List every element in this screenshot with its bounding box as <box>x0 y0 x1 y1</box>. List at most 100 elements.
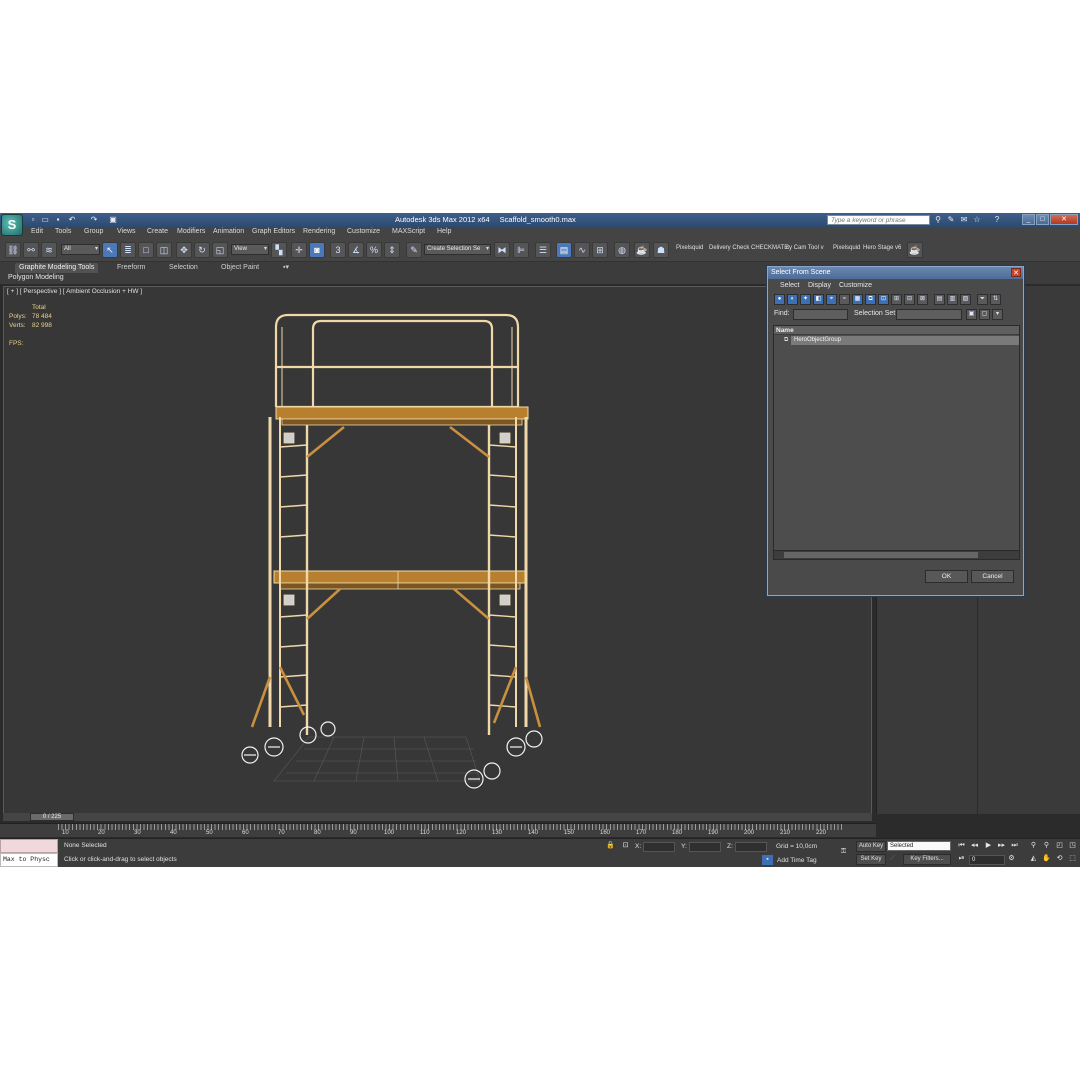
menu-group[interactable]: Group <box>84 228 103 235</box>
material-editor-icon[interactable]: ◍ <box>614 242 630 258</box>
help-icon[interactable]: ? <box>992 215 1002 225</box>
cancel-button[interactable]: Cancel <box>971 570 1014 583</box>
display-space-warps-icon[interactable]: ≈ <box>839 294 850 305</box>
z-coord-field[interactable] <box>735 842 767 852</box>
display-groups-icon[interactable]: ▦ <box>852 294 863 305</box>
absolute-mode-icon[interactable]: ⊡ <box>620 841 631 851</box>
perspective-viewport[interactable]: [ + ] [ Perspective ] [ Ambient Occlusio… <box>3 286 872 814</box>
render-setup-icon[interactable]: ☕ <box>634 242 650 258</box>
horizontal-scrollbar[interactable] <box>774 550 1019 559</box>
tab-graphite-modeling-tools[interactable]: Graphite Modeling Tools <box>15 263 99 273</box>
maximize-viewport-icon[interactable]: ⬚ <box>1067 854 1078 864</box>
dialog-menu-customize[interactable]: Customize <box>839 282 872 289</box>
display-shapes-icon[interactable]: ◐ <box>787 294 798 305</box>
select-and-link-icon[interactable]: ⛓ <box>5 242 21 258</box>
graphite-ribbon-icon[interactable]: ▤ <box>556 242 572 258</box>
scene-object-list[interactable]: Name ⧉ HeroObjectGroup <box>773 325 1020 560</box>
next-frame-icon[interactable]: ▸▸ <box>996 841 1007 851</box>
x-coord-field[interactable] <box>643 842 675 852</box>
key-icon[interactable]: ⚿ <box>838 847 849 857</box>
save-file-icon[interactable]: ▪ <box>53 215 63 224</box>
app-logo-icon[interactable]: S <box>1 214 23 236</box>
play-icon[interactable]: ▶ <box>983 841 994 851</box>
tab-object-paint[interactable]: Object Paint <box>217 263 263 273</box>
menu-modifiers[interactable]: Modifiers <box>177 228 205 235</box>
tab-selection[interactable]: Selection <box>165 263 202 273</box>
zoom-extents-all-icon[interactable]: ◳ <box>1067 841 1078 851</box>
go-to-end-icon[interactable]: ⏭ <box>1009 841 1020 851</box>
spinner-snap-icon[interactable]: ⇕ <box>384 242 400 258</box>
curve-editor-icon[interactable]: ∿ <box>574 242 590 258</box>
selection-set-dropdown[interactable] <box>896 309 962 320</box>
orbit-icon[interactable]: ⟲ <box>1054 854 1065 864</box>
zoom-icon[interactable]: ⚲ <box>1028 841 1039 851</box>
window-crossing-icon[interactable]: ◫ <box>156 242 172 258</box>
redo-icon[interactable]: ↷ <box>89 215 99 224</box>
unlink-icon[interactable]: ⚯ <box>23 242 39 258</box>
snaps-toggle-icon[interactable]: 3 <box>330 242 346 258</box>
schematic-view-icon[interactable]: ⊞ <box>592 242 608 258</box>
select-none-icon[interactable]: ▥ <box>947 294 958 305</box>
pan-view-icon[interactable]: ✋ <box>1041 854 1052 864</box>
close-button[interactable]: ✕ <box>1050 214 1078 225</box>
scale-icon[interactable]: ◱ <box>212 242 228 258</box>
display-geometry-icon[interactable]: ● <box>774 294 785 305</box>
go-to-start-icon[interactable]: ⏮ <box>956 841 967 851</box>
display-bones-icon[interactable]: ⊡ <box>878 294 889 305</box>
display-invert-icon[interactable]: ⊠ <box>917 294 928 305</box>
display-all-icon[interactable]: ⊞ <box>891 294 902 305</box>
subscription-icon[interactable]: ✎ <box>946 215 956 225</box>
remove-set-icon[interactable]: ▢ <box>979 309 990 320</box>
track-bar[interactable]: 10 20 30 40 50 60 70 80 90 100 110 120 1… <box>0 823 876 837</box>
mirror-icon[interactable]: ⧓ <box>494 242 510 258</box>
select-all-icon[interactable]: ▤ <box>934 294 945 305</box>
plugin-hero-stage-button[interactable]: Hero Stage v6 <box>863 245 901 251</box>
menu-animation[interactable]: Animation <box>213 228 244 235</box>
column-header-name[interactable]: Name <box>774 326 1019 335</box>
field-of-view-icon[interactable]: ◭ <box>1028 854 1039 864</box>
minimize-button[interactable]: _ <box>1022 214 1035 225</box>
time-tag-icon[interactable]: ▪ <box>762 855 773 865</box>
y-coord-field[interactable] <box>689 842 721 852</box>
selection-filter-dropdown[interactable]: All <box>61 244 100 255</box>
maxscript-listener-output[interactable] <box>0 839 58 853</box>
tab-freeform[interactable]: Freeform <box>113 263 149 273</box>
render-production-icon[interactable]: ☗ <box>653 242 669 258</box>
maxscript-mini-listener[interactable]: Max to Physc <box>0 853 58 867</box>
move-icon[interactable]: ✥ <box>176 242 192 258</box>
key-mode-toggle-icon[interactable]: ⏯ <box>956 854 967 864</box>
display-none-icon[interactable]: ⊟ <box>904 294 915 305</box>
scaffold-model[interactable] <box>4 287 872 814</box>
create-set-icon[interactable]: ▣ <box>966 309 977 320</box>
plugin-checkmate-button[interactable]: CHECKMATE <box>751 245 788 251</box>
time-slider[interactable]: 0 / 225 <box>3 813 872 821</box>
dialog-close-icon[interactable]: ✕ <box>1011 268 1021 277</box>
auto-key-button[interactable]: Auto Key <box>856 841 886 852</box>
add-time-tag-button[interactable]: Add Time Tag <box>777 857 817 864</box>
percent-snap-icon[interactable]: % <box>366 242 382 258</box>
display-xrefs-icon[interactable]: ⧉ <box>865 294 876 305</box>
sort-icon[interactable]: ⇅ <box>990 294 1001 305</box>
select-object-icon[interactable]: ↖ <box>102 242 118 258</box>
menu-tools[interactable]: Tools <box>55 228 71 235</box>
align-icon[interactable]: ⊫ <box>513 242 529 258</box>
display-cameras-icon[interactable]: ◧ <box>813 294 824 305</box>
current-frame-field[interactable]: 0 <box>969 855 1005 865</box>
rotate-icon[interactable]: ↻ <box>194 242 210 258</box>
filter-icon[interactable]: ⏷ <box>977 294 988 305</box>
open-file-icon[interactable]: ▭ <box>40 215 50 224</box>
menu-views[interactable]: Views <box>117 228 136 235</box>
ok-button[interactable]: OK <box>925 570 968 583</box>
plugin-pixelsquid-2-button[interactable]: Pixelsquid <box>833 245 860 251</box>
key-mode-dropdown[interactable]: Selected <box>887 841 951 851</box>
display-helpers-icon[interactable]: ⌖ <box>826 294 837 305</box>
ribbon-panel-polygon-modeling[interactable]: Polygon Modeling <box>8 274 64 281</box>
binoculars-icon[interactable]: ⚲ <box>933 215 943 225</box>
dialog-menu-select[interactable]: Select <box>780 282 799 289</box>
angle-snap-icon[interactable]: ∡ <box>348 242 364 258</box>
bind-space-warp-icon[interactable]: ≋ <box>41 242 57 258</box>
menu-edit[interactable]: Edit <box>31 228 43 235</box>
select-invert-icon[interactable]: ▧ <box>960 294 971 305</box>
search-input[interactable] <box>827 215 930 225</box>
set-key-filter-icon[interactable]: ⟋ <box>887 854 898 864</box>
